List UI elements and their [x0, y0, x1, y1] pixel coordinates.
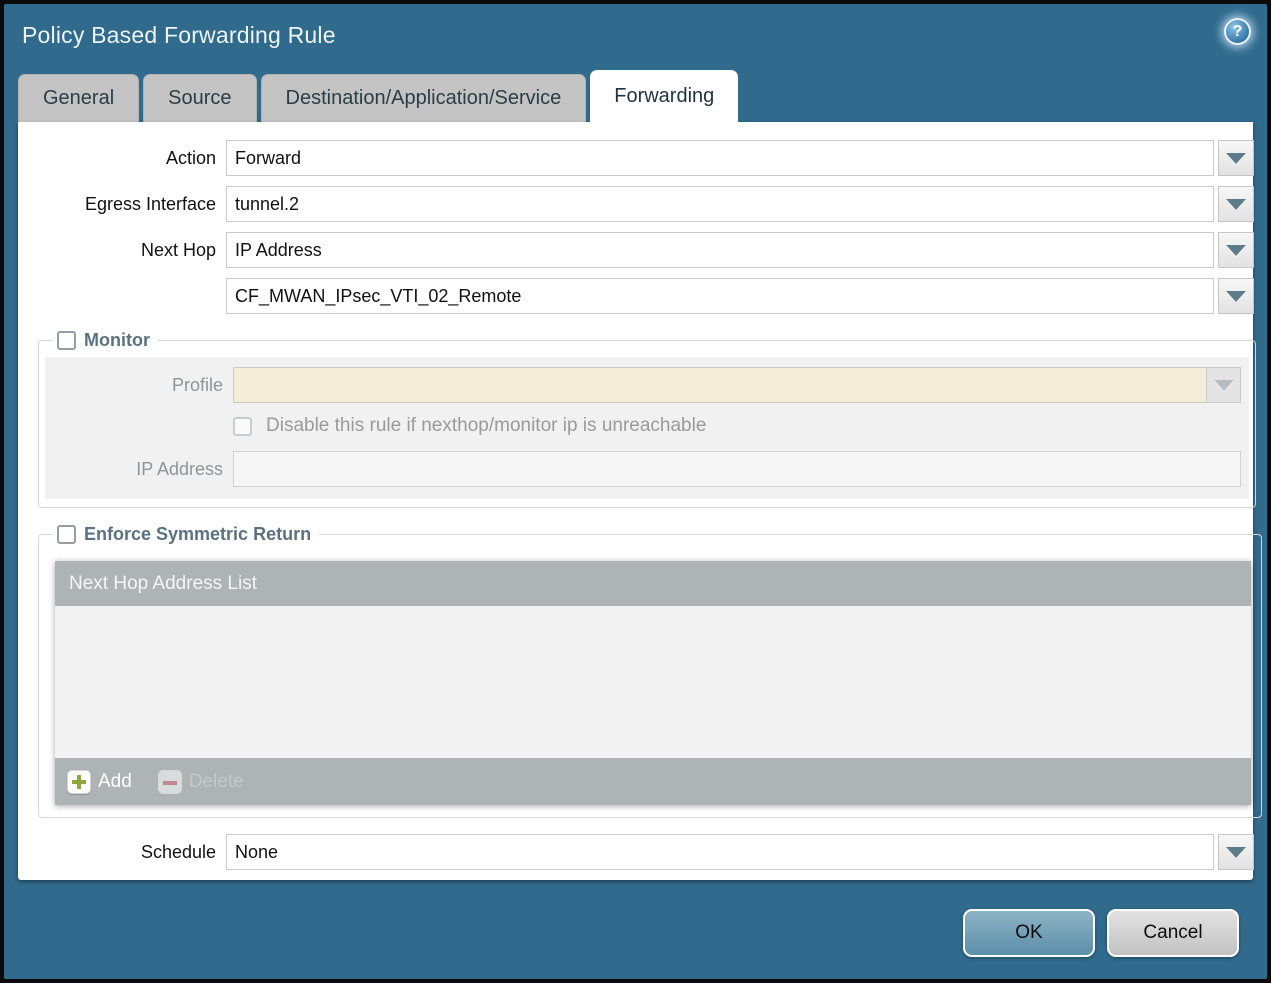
title-bar: Policy Based Forwarding Rule ?	[4, 4, 1267, 68]
egress-interface-input[interactable]	[226, 186, 1214, 222]
chevron-down-icon	[1226, 245, 1246, 256]
next-hop-address-row	[18, 278, 1253, 314]
next-hop-address-list-table: Next Hop Address List Add Delete	[55, 561, 1251, 805]
next-hop-address-list-toolbar: Add Delete	[55, 758, 1251, 805]
schedule-label: Schedule	[18, 842, 226, 863]
profile-label: Profile	[45, 375, 233, 396]
egress-interface-label: Egress Interface	[18, 194, 226, 215]
disable-rule-row: Disable this rule if nexthop/monitor ip …	[233, 415, 1241, 437]
policy-forwarding-dialog: Policy Based Forwarding Rule ? General S…	[0, 0, 1271, 983]
tab-general[interactable]: General	[18, 74, 139, 122]
action-combo	[226, 140, 1254, 176]
monitor-section: Monitor Profile Disable	[38, 330, 1256, 508]
delete-button: Delete	[158, 770, 244, 794]
monitor-ip-address-label: IP Address	[45, 459, 233, 480]
symmetric-return-legend: Enforce Symmetric Return	[53, 524, 319, 545]
disable-rule-checkbox	[233, 417, 252, 436]
next-hop-label: Next Hop	[18, 240, 226, 261]
next-hop-address-combo	[226, 278, 1254, 314]
chevron-down-icon	[1226, 847, 1246, 858]
add-button-label: Add	[98, 771, 132, 793]
schedule-input[interactable]	[226, 834, 1214, 870]
profile-row: Profile	[45, 367, 1241, 403]
monitor-panel: Profile Disable this rule if nexthop/mon…	[45, 357, 1249, 499]
profile-combo	[233, 367, 1241, 403]
monitor-ip-address-input	[233, 451, 1241, 487]
profile-input	[233, 367, 1207, 403]
monitor-legend: Monitor	[53, 330, 158, 351]
next-hop-address-input[interactable]	[226, 278, 1214, 314]
profile-dropdown-button	[1207, 367, 1241, 403]
next-hop-address-list-header: Next Hop Address List	[55, 561, 1251, 606]
next-hop-row: Next Hop	[18, 232, 1253, 268]
symmetric-return-section-label: Enforce Symmetric Return	[84, 524, 311, 545]
minus-icon	[158, 770, 182, 794]
schedule-combo	[226, 834, 1254, 870]
monitor-ip-address-row: IP Address	[45, 451, 1241, 487]
tab-source[interactable]: Source	[143, 74, 256, 122]
egress-interface-combo	[226, 186, 1254, 222]
disable-rule-label: Disable this rule if nexthop/monitor ip …	[266, 415, 706, 437]
tab-destination-application-service[interactable]: Destination/Application/Service	[261, 74, 587, 122]
symmetric-return-section: Enforce Symmetric Return Next Hop Addres…	[38, 524, 1262, 818]
chevron-down-icon	[1226, 153, 1246, 164]
cancel-button[interactable]: Cancel	[1107, 909, 1239, 957]
plus-icon	[67, 770, 91, 794]
next-hop-type-input[interactable]	[226, 232, 1214, 268]
chevron-down-icon	[1226, 199, 1246, 210]
egress-interface-row: Egress Interface	[18, 186, 1253, 222]
symmetric-return-checkbox[interactable]	[57, 525, 76, 544]
dialog-title: Policy Based Forwarding Rule	[22, 22, 336, 49]
help-icon[interactable]: ?	[1224, 18, 1251, 45]
action-row: Action	[18, 140, 1253, 176]
chevron-down-icon	[1214, 380, 1234, 391]
dialog-background: Policy Based Forwarding Rule ? General S…	[4, 4, 1267, 979]
ok-button[interactable]: OK	[963, 909, 1095, 957]
delete-button-label: Delete	[189, 771, 244, 793]
next-hop-combo	[226, 232, 1254, 268]
action-input[interactable]	[226, 140, 1214, 176]
egress-interface-dropdown-button[interactable]	[1218, 186, 1254, 222]
action-dropdown-button[interactable]	[1218, 140, 1254, 176]
action-label: Action	[18, 148, 226, 169]
chevron-down-icon	[1226, 291, 1246, 302]
next-hop-dropdown-button[interactable]	[1218, 232, 1254, 268]
dialog-footer: OK Cancel	[963, 909, 1239, 957]
tab-bar: General Source Destination/Application/S…	[18, 70, 742, 122]
next-hop-address-list-body[interactable]	[55, 606, 1251, 758]
monitor-section-label: Monitor	[84, 330, 150, 351]
next-hop-address-dropdown-button[interactable]	[1218, 278, 1254, 314]
forwarding-tab-panel: Action Egress Interface Ne	[18, 122, 1253, 880]
schedule-dropdown-button[interactable]	[1218, 834, 1254, 870]
add-button[interactable]: Add	[67, 770, 132, 794]
schedule-row: Schedule	[18, 834, 1253, 870]
monitor-checkbox[interactable]	[57, 331, 76, 350]
tab-forwarding[interactable]: Forwarding	[590, 70, 738, 122]
